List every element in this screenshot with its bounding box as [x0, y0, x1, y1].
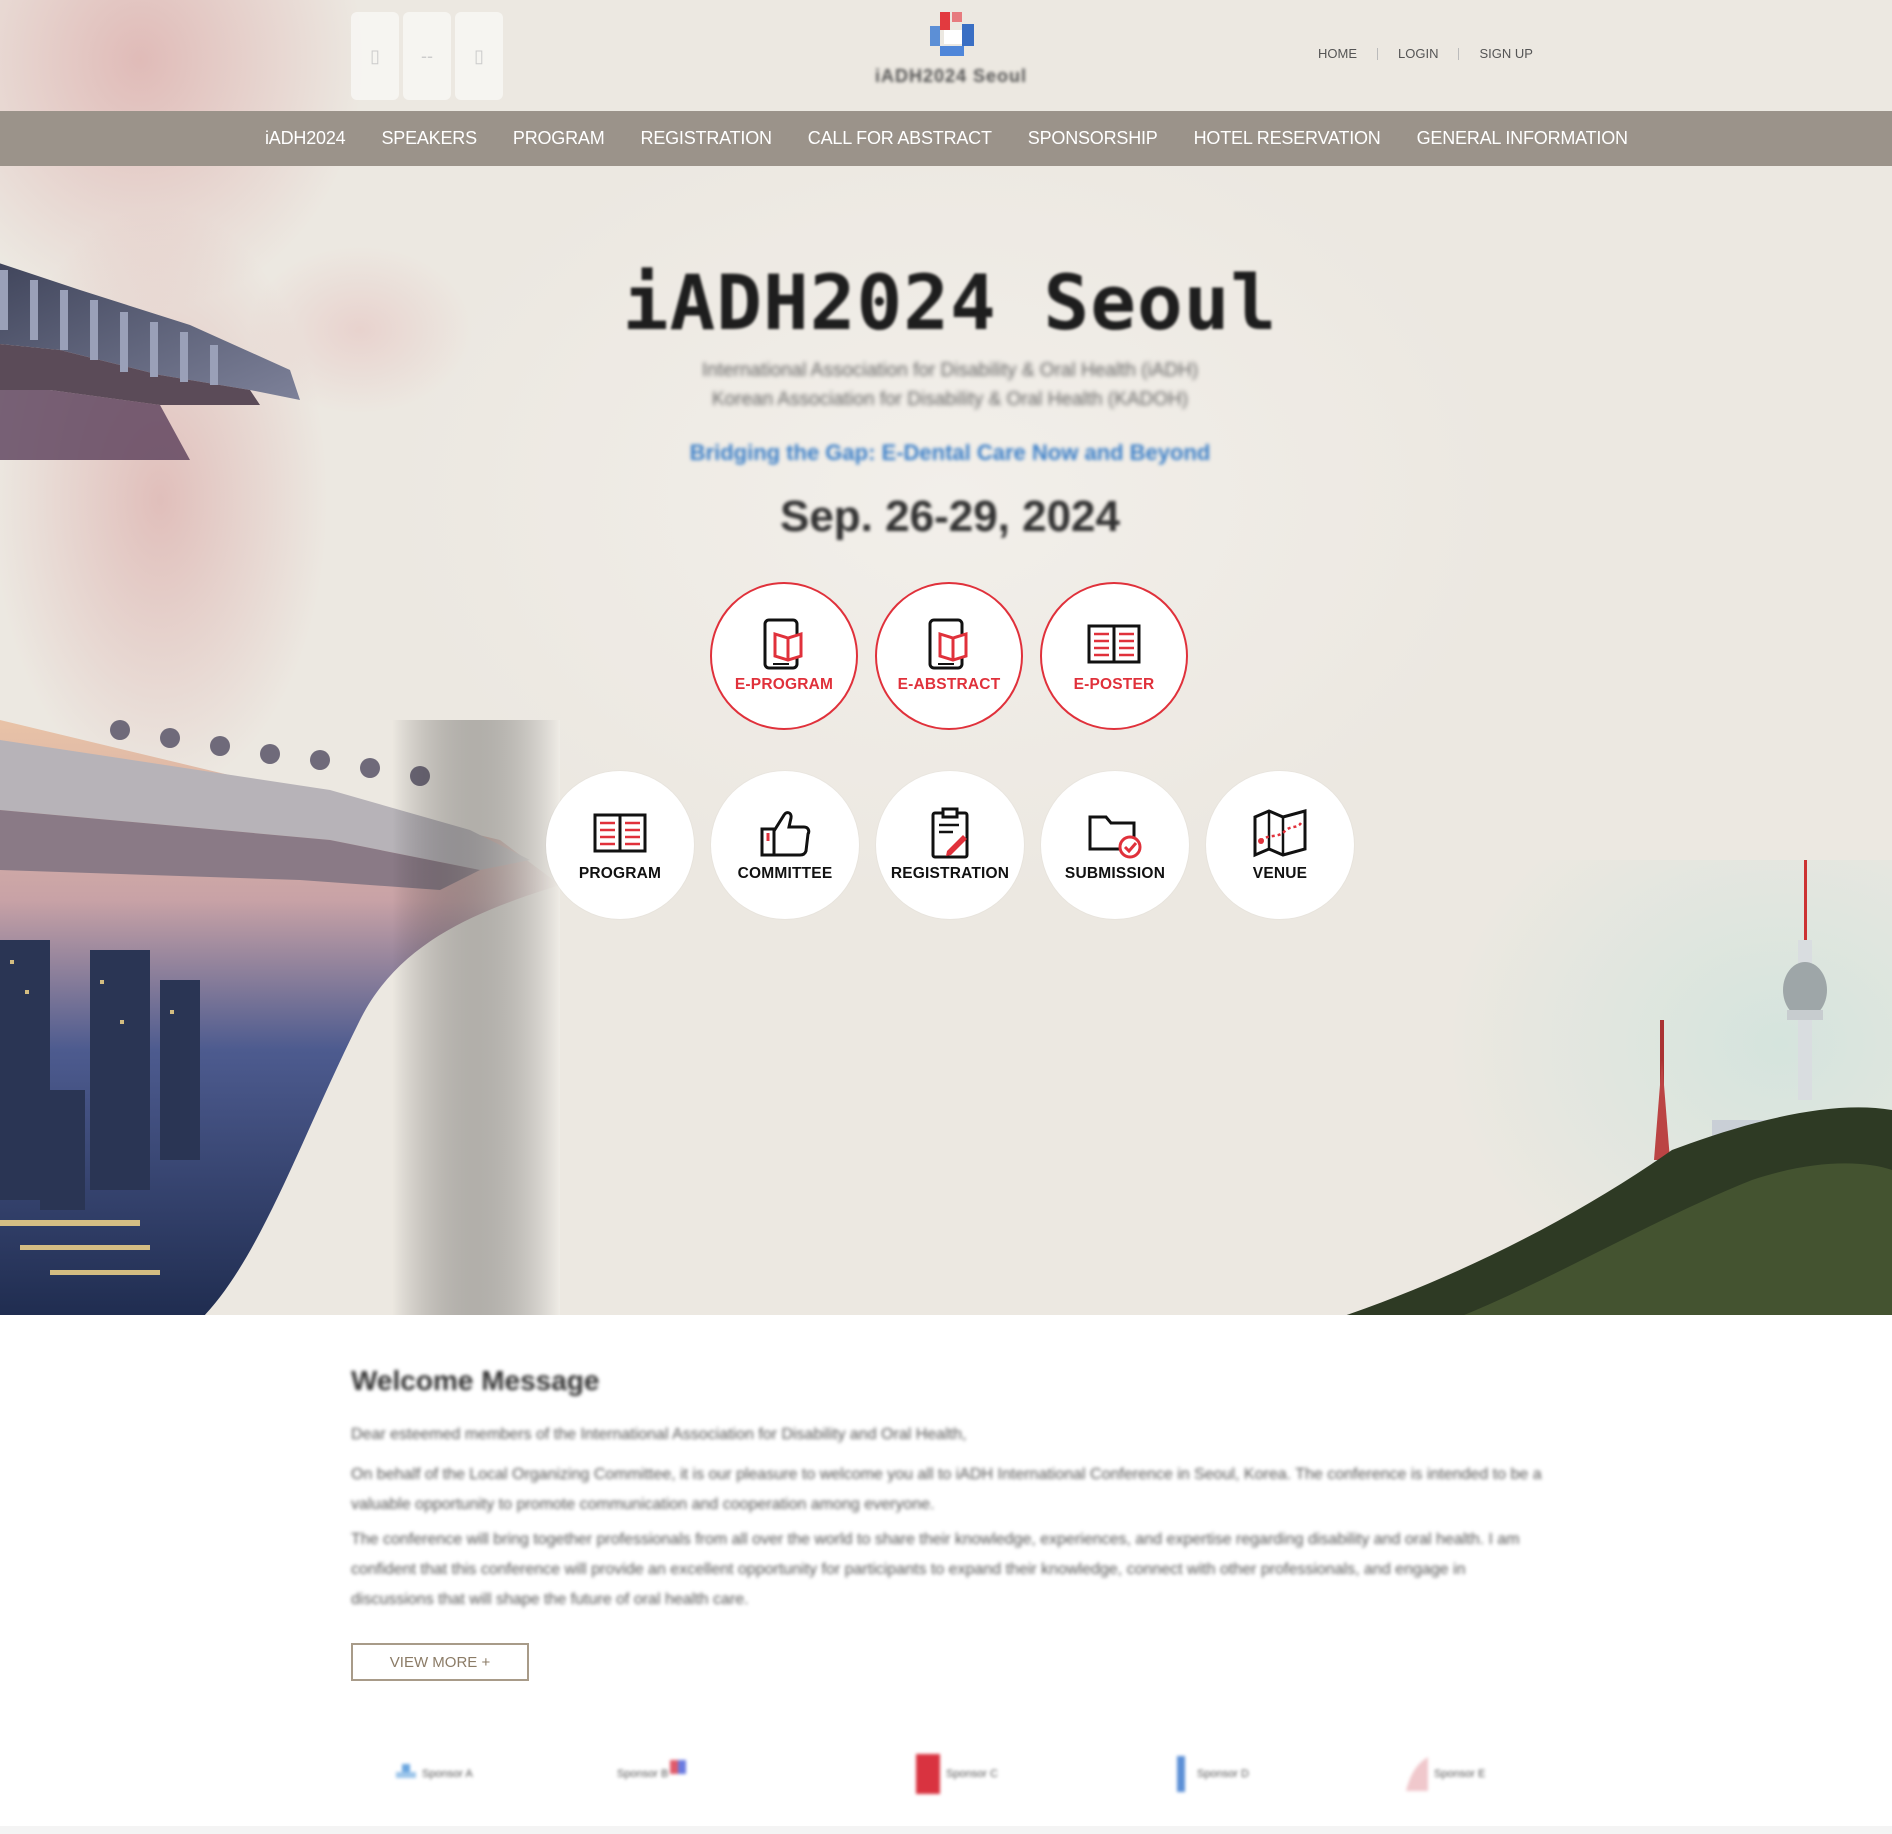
signup-link[interactable]: SIGN UP [1479, 46, 1532, 61]
map-icon [1253, 809, 1307, 858]
e-poster-button[interactable]: E-POSTER [1040, 582, 1188, 730]
sponsor-logo[interactable]: Sponsor A [396, 1750, 473, 1798]
hero-title: iADH2024 Seoul [622, 258, 1278, 347]
welcome-paragraph: On behalf of the Local Organizing Commit… [351, 1466, 1542, 1513]
logo-mark-icon [930, 12, 974, 56]
sponsor-logo[interactable]: Sponsor E [1406, 1750, 1485, 1798]
sponsor-mark-icon [396, 1764, 416, 1778]
sponsor-mark-icon [916, 1754, 940, 1794]
view-more-button[interactable]: VIEW MORE + [351, 1643, 529, 1681]
thumbs-up-icon [760, 811, 811, 857]
roof-top-image [0, 263, 300, 460]
hero-subtitle: Korean Association for Disability & Oral… [711, 389, 1189, 410]
divider [1458, 47, 1460, 60]
clipboard-pen-icon [931, 807, 969, 859]
venue-button[interactable]: VENUE [1206, 771, 1354, 919]
e-program-label: E-PROGRAM [734, 676, 834, 693]
registration-label: REGISTRATION [890, 865, 1010, 882]
nav-item-general-information[interactable]: GENERAL INFORMATION [1417, 128, 1628, 149]
namsan-tower-image [1332, 860, 1892, 1320]
page: ▯ -- ▯ iADH2024 Seoul HOME LOGIN SIGN UP… [0, 0, 1892, 1834]
sponsor-mark-icon [1177, 1756, 1185, 1792]
venue-label: VENUE [1252, 865, 1308, 882]
welcome-paragraph: The conference will bring together profe… [351, 1531, 1520, 1608]
sponsor-logo[interactable]: Sponsor B [611, 1750, 688, 1798]
e-program-button[interactable]: E-PROGRAM [710, 582, 858, 730]
nav-item-registration[interactable]: REGISTRATION [641, 128, 772, 149]
home-link[interactable]: HOME [1318, 46, 1357, 61]
welcome-paragraph: Dear esteemed members of the Internation… [351, 1426, 967, 1443]
open-book-icon [593, 813, 647, 853]
partner-logo[interactable]: ▯ [455, 12, 503, 100]
nav-item-call-for-abstract[interactable]: CALL FOR ABSTRACT [808, 128, 992, 149]
partner-logos: ▯ -- ▯ [351, 12, 503, 100]
phone-book-icon [763, 618, 803, 670]
program-label: PROGRAM [578, 865, 662, 882]
hero-date: Sep. 26-29, 2024 [779, 492, 1120, 541]
utility-nav: HOME LOGIN SIGN UP [1318, 46, 1533, 61]
footer-strip [0, 1826, 1892, 1834]
nav-item-iadh2024[interactable]: iADH2024 [265, 128, 346, 149]
hero-subtitle: International Association for Disability… [701, 360, 1199, 381]
nav-item-sponsorship[interactable]: SPONSORSHIP [1028, 128, 1158, 149]
folder-check-icon [1088, 815, 1142, 859]
section-curve [1700, 1315, 1892, 1462]
e-abstract-label: E-ABSTRACT [897, 676, 1001, 693]
partner-logo[interactable]: ▯ [351, 12, 399, 100]
sponsor-logos: Sponsor A Sponsor B Sponsor C Sponsor D … [351, 1740, 1561, 1810]
sponsor-logo[interactable]: Sponsor C [916, 1750, 998, 1798]
e-abstract-button[interactable]: E-ABSTRACT [875, 582, 1023, 730]
open-book-icon [1087, 624, 1141, 664]
sponsor-logo[interactable]: Sponsor D [1171, 1750, 1249, 1798]
site-name: iADH2024 Seoul [874, 66, 1028, 86]
submission-label: SUBMISSION [1064, 865, 1166, 882]
nav-item-program[interactable]: PROGRAM [513, 128, 605, 149]
divider [1377, 47, 1378, 60]
phone-book-icon [928, 618, 968, 670]
welcome-title: Welcome Message [351, 1365, 600, 1396]
e-poster-label: E-POSTER [1073, 676, 1155, 693]
hero-theme: Bridging the Gap: E-Dental Care Now and … [689, 440, 1211, 465]
registration-button[interactable]: REGISTRATION [876, 771, 1024, 919]
nav-item-hotel-reservation[interactable]: HOTEL RESERVATION [1194, 128, 1381, 149]
program-button[interactable]: PROGRAM [546, 771, 694, 919]
nav-item-speakers[interactable]: SPEAKERS [381, 128, 477, 149]
city-skyline-image [0, 720, 560, 1320]
partner-logo[interactable]: -- [403, 12, 451, 100]
sponsor-mark-icon [670, 1760, 687, 1774]
committee-label: COMMITTEE [737, 865, 833, 882]
sponsor-mark-icon [1406, 1757, 1428, 1791]
committee-button[interactable]: COMMITTEE [711, 771, 859, 919]
submission-button[interactable]: SUBMISSION [1041, 771, 1189, 919]
login-link[interactable]: LOGIN [1398, 46, 1438, 61]
site-logo[interactable]: iADH2024 Seoul [836, 8, 1066, 90]
main-nav: iADH2024 SPEAKERS PROGRAM REGISTRATION C… [0, 111, 1892, 166]
